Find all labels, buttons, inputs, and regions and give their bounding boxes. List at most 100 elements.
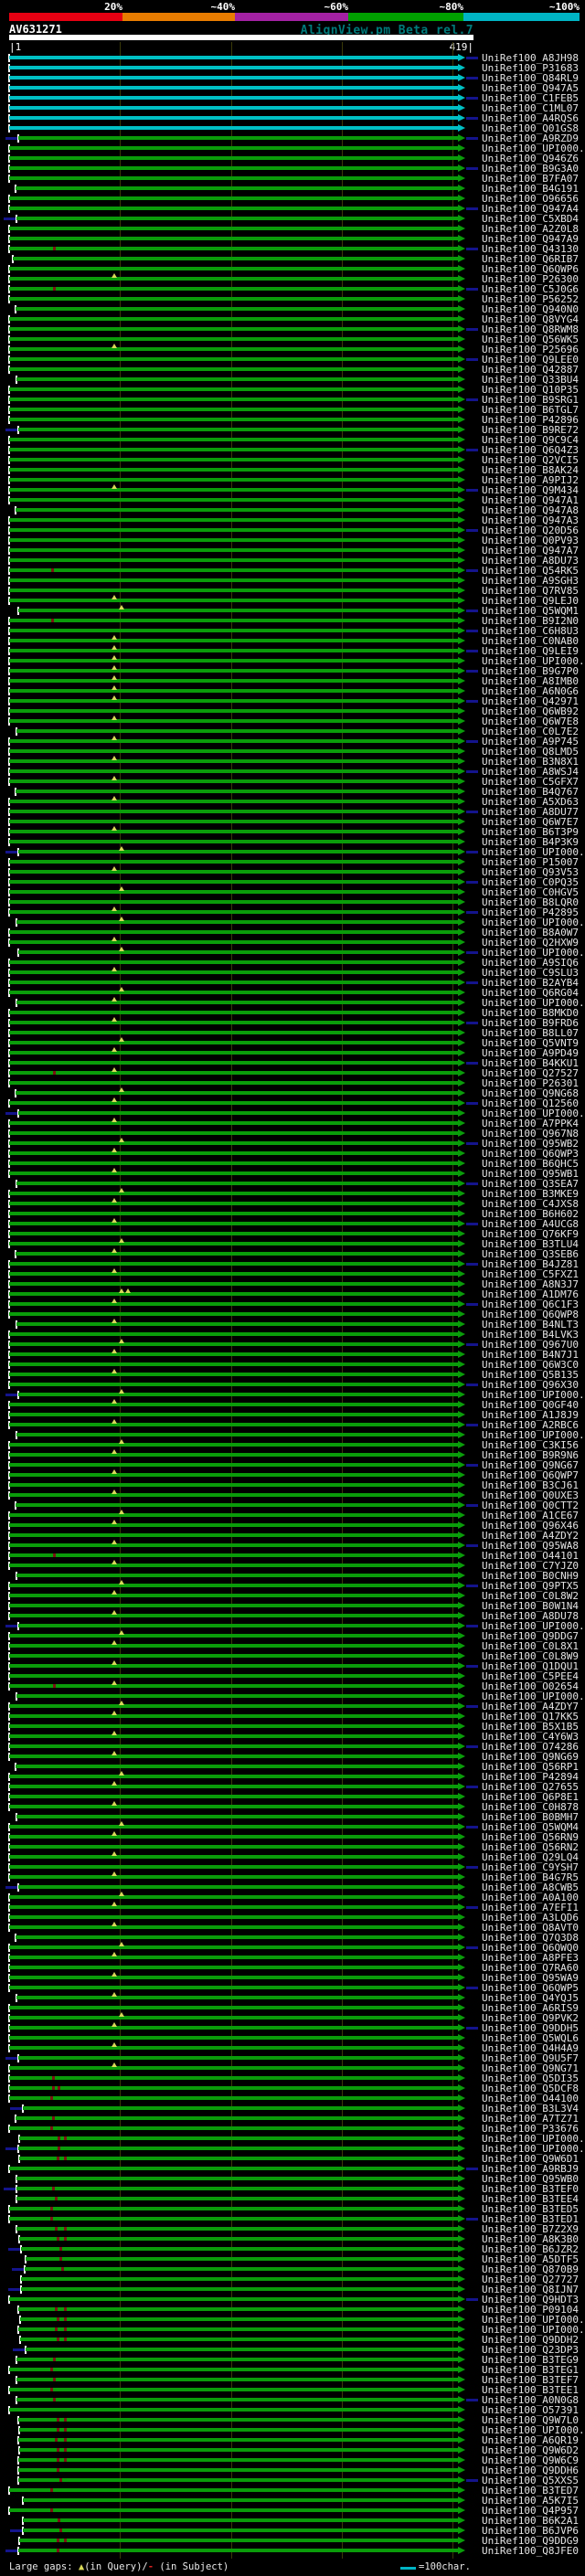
hit-bar[interactable] xyxy=(9,2006,458,2009)
hit-bar[interactable] xyxy=(9,116,458,120)
hit-bar[interactable] xyxy=(9,759,458,763)
hit-bar[interactable] xyxy=(9,2207,458,2210)
hit-bar[interactable] xyxy=(18,950,458,954)
hit-bar[interactable] xyxy=(9,960,458,964)
hit-bar[interactable] xyxy=(9,1533,458,1537)
hit-bar[interactable] xyxy=(16,186,458,190)
hit-bar[interactable] xyxy=(9,317,458,321)
hit-bar[interactable] xyxy=(9,1463,458,1467)
hit-bar[interactable] xyxy=(9,1121,458,1125)
hit-bar[interactable] xyxy=(9,900,458,904)
hit-bar[interactable] xyxy=(9,830,458,833)
hit-bar[interactable] xyxy=(9,1011,458,1014)
hit-bar[interactable] xyxy=(9,1895,458,1899)
hit-bar[interactable] xyxy=(9,1312,458,1316)
hit-bar[interactable] xyxy=(9,1925,458,1929)
hit-bar[interactable] xyxy=(16,217,458,220)
hit-bar[interactable] xyxy=(9,689,458,693)
hit-bar[interactable] xyxy=(9,1584,458,1587)
hit-bar[interactable] xyxy=(16,790,458,793)
hit-bar[interactable] xyxy=(19,2157,458,2160)
hit-bar[interactable] xyxy=(16,729,458,733)
hit-bar[interactable] xyxy=(9,146,458,150)
hit-bar[interactable] xyxy=(9,1443,458,1447)
hit-bar[interactable] xyxy=(9,227,458,230)
hit-bar[interactable] xyxy=(9,1272,458,1276)
hit-bar[interactable] xyxy=(9,1564,458,1567)
hit-bar[interactable] xyxy=(9,2076,458,2080)
hit-bar[interactable] xyxy=(9,649,458,652)
hit-bar[interactable] xyxy=(21,2277,458,2281)
hit-bar[interactable] xyxy=(9,548,458,552)
hit-bar[interactable] xyxy=(9,1342,458,1346)
hit-bar[interactable] xyxy=(9,709,458,713)
hit-bar[interactable] xyxy=(9,820,458,823)
hit-bar[interactable] xyxy=(9,669,458,673)
hit-bar[interactable] xyxy=(9,1513,458,1517)
hit-bar[interactable] xyxy=(9,247,458,250)
hit-bar[interactable] xyxy=(16,1252,458,1256)
hit-bar[interactable] xyxy=(16,1503,458,1507)
hit-bar[interactable] xyxy=(9,1493,458,1497)
hit-bar[interactable] xyxy=(16,2116,458,2120)
hit-bar[interactable] xyxy=(18,2478,458,2482)
hit-bar[interactable] xyxy=(18,1111,458,1115)
hit-bar[interactable] xyxy=(16,1694,458,1698)
hit-bar[interactable] xyxy=(9,1594,458,1597)
hit-bar[interactable] xyxy=(9,357,458,361)
hit-bar[interactable] xyxy=(9,1835,458,1839)
hit-bar[interactable] xyxy=(16,1765,458,1768)
hit-bar[interactable] xyxy=(9,327,458,331)
hit-bar[interactable] xyxy=(9,1141,458,1145)
hit-bar[interactable] xyxy=(9,749,458,753)
hit-bar[interactable] xyxy=(9,1403,458,1406)
hit-bar[interactable] xyxy=(18,1885,458,1889)
hit-bar[interactable] xyxy=(26,2348,458,2351)
hit-bar[interactable] xyxy=(9,96,458,100)
hit-bar[interactable] xyxy=(9,659,458,663)
hit-bar[interactable] xyxy=(9,1292,458,1296)
hit-bar[interactable] xyxy=(9,398,458,401)
hit-bar[interactable] xyxy=(9,588,458,592)
hit-bar[interactable] xyxy=(18,2327,458,2331)
hit-bar[interactable] xyxy=(9,769,458,773)
hit-bar[interactable] xyxy=(9,890,458,894)
hit-bar[interactable] xyxy=(9,679,458,683)
hit-bar[interactable] xyxy=(23,2518,458,2522)
hit-bar[interactable] xyxy=(9,1473,458,1477)
hit-bar[interactable] xyxy=(9,408,458,411)
hit-bar[interactable] xyxy=(9,1453,458,1457)
hit-bar[interactable] xyxy=(9,1855,458,1859)
hit-bar[interactable] xyxy=(9,940,458,944)
hit-bar[interactable] xyxy=(9,1966,458,1969)
hit-bar[interactable] xyxy=(9,1654,458,1658)
hit-bar[interactable] xyxy=(21,2287,458,2291)
hit-bar[interactable] xyxy=(9,126,458,130)
hit-bar[interactable] xyxy=(16,1996,458,1999)
hit-bar[interactable] xyxy=(18,1624,458,1627)
hit-bar[interactable] xyxy=(9,1875,458,1879)
hit-bar[interactable] xyxy=(9,1232,458,1235)
hit-bar[interactable] xyxy=(21,2247,458,2251)
hit-bar[interactable] xyxy=(9,1553,458,1557)
hit-bar[interactable] xyxy=(9,779,458,783)
hit-bar[interactable] xyxy=(9,1614,458,1617)
hit-bar[interactable] xyxy=(26,2257,458,2261)
hit-bar[interactable] xyxy=(9,699,458,703)
hit-bar[interactable] xyxy=(9,2126,458,2130)
hit-bar[interactable] xyxy=(9,176,458,180)
hit-bar[interactable] xyxy=(18,850,458,853)
hit-bar[interactable] xyxy=(9,2167,458,2170)
hit-bar[interactable] xyxy=(9,66,458,69)
hit-bar[interactable] xyxy=(16,307,458,311)
hit-bar[interactable] xyxy=(20,2337,458,2341)
hit-bar[interactable] xyxy=(9,1604,458,1607)
hit-bar[interactable] xyxy=(9,1845,458,1849)
hit-bar[interactable] xyxy=(9,1644,458,1648)
hit-bar[interactable] xyxy=(9,418,458,421)
hit-accession[interactable]: UniRef100_Q8JFE0 xyxy=(482,2546,579,2556)
hit-bar[interactable] xyxy=(9,910,458,914)
hit-bar[interactable] xyxy=(9,1704,458,1708)
hit-bar[interactable] xyxy=(9,166,458,170)
hit-bar[interactable] xyxy=(9,448,458,451)
